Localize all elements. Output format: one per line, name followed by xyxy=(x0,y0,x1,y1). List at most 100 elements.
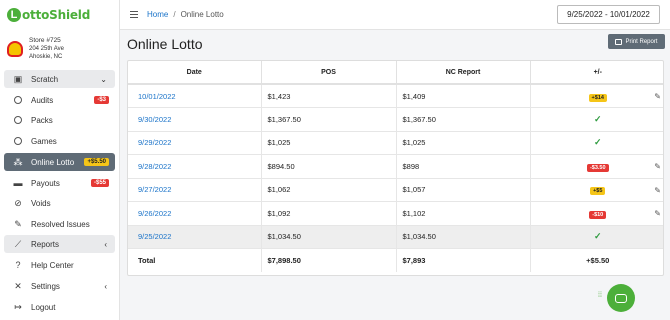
chart-line-icon: ⟋ xyxy=(14,238,22,249)
circle-icon xyxy=(14,137,22,145)
sidebar-item-logout[interactable]: ↦ Logout xyxy=(4,298,115,316)
sidebar-label: Voids xyxy=(31,198,51,208)
logo[interactable]: L ottoShield xyxy=(0,0,119,30)
date-link[interactable]: 9/29/2022 xyxy=(138,138,171,147)
sidebar-item-voids[interactable]: ⊘ Voids xyxy=(4,194,115,212)
date-link[interactable]: 9/28/2022 xyxy=(138,162,171,171)
sitemap-icon: ⁂ xyxy=(13,156,23,167)
print-icon xyxy=(615,38,623,45)
nc-report-cell: $1,367.50 xyxy=(396,107,531,132)
chevron-down-icon: ⌄ xyxy=(100,74,107,84)
date-cell: 9/25/2022 xyxy=(128,225,262,249)
pencil-icon[interactable]: ✎ xyxy=(654,92,661,101)
nc-report-cell: $1,034.50 xyxy=(396,225,531,249)
store-name: Store #725 xyxy=(29,37,61,44)
total-label: Total xyxy=(128,248,262,272)
diff-badge: +$5 xyxy=(590,187,606,196)
sidebar-item-packs[interactable]: Packs xyxy=(4,111,115,129)
nc-report-cell: $898 xyxy=(396,154,531,179)
total-row: Total $7,898.50 $7,893 +$5.50 xyxy=(128,248,663,272)
column-header-nc-report[interactable]: NC Report xyxy=(396,61,531,85)
sidebar-item-settings[interactable]: ✕ Settings ‹ xyxy=(4,277,115,295)
column-header-pos[interactable]: POS xyxy=(261,61,397,85)
sidebar-label: Settings xyxy=(31,281,60,291)
pos-cell: $894.50 xyxy=(261,154,397,179)
check-icon: ✓ xyxy=(593,113,602,124)
date-cell: 9/29/2022 xyxy=(128,131,262,155)
chat-button[interactable] xyxy=(607,284,635,312)
store-address: 204 25th Ave xyxy=(29,46,64,52)
circle-icon xyxy=(14,96,22,104)
chevron-left-icon: ‹ xyxy=(104,281,107,291)
sidebar-item-games[interactable]: Games xyxy=(4,132,115,150)
audits-badge: -$3 xyxy=(94,96,109,104)
sidebar-item-audits[interactable]: Audits -$3 xyxy=(4,91,115,109)
table-header-row: Date POS NC Report +/- xyxy=(128,61,663,85)
sidebar-item-scratch[interactable]: ▣ Scratch ⌄ xyxy=(4,70,115,88)
store-info[interactable]: Store #725 204 25th Ave Ahoskie, NC xyxy=(0,30,119,68)
drag-handle-icon[interactable]: ⁞⁞ xyxy=(598,292,602,299)
total-nc: $7,893 xyxy=(396,248,531,272)
sidebar-item-reports[interactable]: ⟋ Reports ‹ xyxy=(4,235,115,253)
date-link[interactable]: 9/25/2022 xyxy=(138,232,171,241)
store-city: Ahoskie, NC xyxy=(29,54,63,60)
table-row: 9/28/2022 $894.50 $898 -$3.50 ✎ xyxy=(128,154,663,179)
sidebar-item-resolved-issues[interactable]: ✎ Resolved Issues xyxy=(4,215,115,233)
sidebar-label: Scratch xyxy=(31,74,59,84)
shell-logo-icon xyxy=(7,41,23,57)
total-diff: +$5.50 xyxy=(586,255,610,265)
sidebar-label: Help Center xyxy=(31,260,74,270)
sidebar-label: Payouts xyxy=(31,178,60,188)
table-row: 9/29/2022 $1,025 $1,025 ✓ xyxy=(128,131,663,155)
pos-cell: $1,092 xyxy=(261,201,397,226)
table-row: 9/27/2022 $1,062 $1,057 +$5 ✎ xyxy=(128,178,663,202)
sidebar-item-payouts[interactable]: ▬ Payouts -$55 xyxy=(4,174,115,192)
page-title: Online Lotto xyxy=(127,36,203,52)
check-icon: ✓ xyxy=(593,137,602,148)
sidebar-item-help-center[interactable]: ? Help Center xyxy=(4,256,115,274)
diff-cell: ✓ xyxy=(530,131,663,155)
chevron-left-icon: ‹ xyxy=(104,239,107,249)
breadcrumb: Home / Online Lotto xyxy=(147,10,224,19)
diff-cell: ✓ xyxy=(530,225,663,249)
topbar: Home / Online Lotto 9/25/2022 - 10/01/20… xyxy=(120,0,670,30)
column-header-diff[interactable]: +/- xyxy=(530,61,663,85)
date-link[interactable]: 10/01/2022 xyxy=(138,92,176,101)
table-row: 9/30/2022 $1,367.50 $1,367.50 ✓ xyxy=(128,107,663,132)
pos-cell: $1,423 xyxy=(261,84,397,108)
breadcrumb-separator: / xyxy=(173,10,176,19)
date-cell: 9/26/2022 xyxy=(128,201,262,226)
pencil-icon[interactable]: ✎ xyxy=(654,162,661,171)
breadcrumb-home[interactable]: Home xyxy=(147,10,168,19)
column-header-date[interactable]: Date xyxy=(128,61,262,85)
pencil-icon[interactable]: ✎ xyxy=(654,209,661,218)
hamburger-icon[interactable] xyxy=(130,11,138,18)
date-cell: 9/30/2022 xyxy=(128,107,262,132)
nc-report-cell: $1,025 xyxy=(396,131,531,155)
online-lotto-badge: +$5.50 xyxy=(84,158,109,166)
print-report-button[interactable]: Print Report xyxy=(608,34,665,49)
sidebar-label: Resolved Issues xyxy=(31,219,90,229)
payouts-badge: -$55 xyxy=(90,179,109,187)
pos-cell: $1,025 xyxy=(261,131,397,155)
scratch-icon: ▣ xyxy=(13,73,23,84)
pencil-icon[interactable]: ✎ xyxy=(654,186,661,195)
logo-mark: L xyxy=(7,8,21,22)
table-row: 9/26/2022 $1,092 $1,102 -$10 ✎ xyxy=(128,201,663,226)
sidebar-label: Reports xyxy=(31,239,60,249)
pos-cell: $1,034.50 xyxy=(261,225,397,249)
sidebar-label: Packs xyxy=(31,115,53,125)
date-link[interactable]: 9/30/2022 xyxy=(138,115,171,124)
circle-icon xyxy=(14,116,22,124)
date-range-picker[interactable]: 9/25/2022 - 10/01/2022 xyxy=(557,5,660,24)
table-row: 10/01/2022 $1,423 $1,409 +$14 ✎ xyxy=(128,84,663,108)
date-link[interactable]: 9/27/2022 xyxy=(138,185,171,194)
sidebar-item-online-lotto[interactable]: ⁂ Online Lotto +$5.50 xyxy=(4,153,115,171)
question-icon: ? xyxy=(15,260,21,270)
table-row: 9/25/2022 $1,034.50 $1,034.50 ✓ xyxy=(128,225,663,249)
print-report-label: Print Report xyxy=(625,38,658,45)
date-link[interactable]: 9/26/2022 xyxy=(138,209,171,218)
sidebar-label: Logout xyxy=(31,302,56,312)
sidebar-label: Online Lotto xyxy=(31,157,75,167)
diff-badge: +$14 xyxy=(588,93,607,102)
